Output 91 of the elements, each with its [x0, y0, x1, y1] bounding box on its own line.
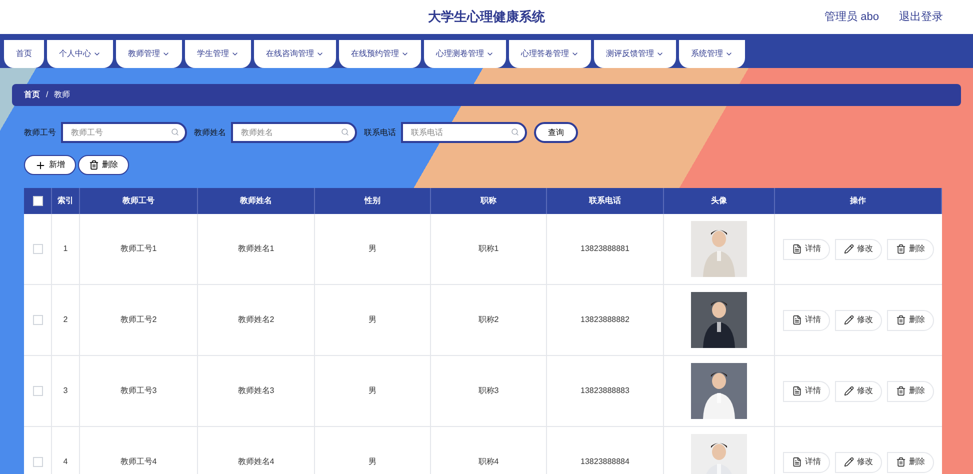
user-label: 管理员 abo [824, 10, 879, 25]
plus-icon [35, 160, 46, 170]
pencil-icon [844, 315, 854, 325]
table-cell: 男 [315, 214, 431, 284]
column-header: 职称 [431, 188, 547, 214]
add-button[interactable]: 新增 [24, 155, 76, 175]
table-cell: 13823888882 [547, 285, 664, 355]
delete-button[interactable]: 删除 [78, 155, 129, 175]
table-cell: 13823888883 [547, 356, 664, 426]
edit-button[interactable]: 修改 [835, 238, 882, 260]
search-field[interactable]: 教师姓名 [231, 122, 357, 143]
table-cell: 教师工号1 [80, 214, 198, 284]
document-icon [792, 386, 802, 396]
table-cell: 教师工号2 [80, 285, 198, 355]
checkbox[interactable] [32, 196, 42, 206]
table-cell: 教师姓名1 [198, 214, 315, 284]
nav-tab[interactable]: 个人中心 [47, 40, 113, 68]
table-cell: 13823888884 [547, 427, 664, 474]
breadcrumb-separator: / [46, 89, 48, 101]
edit-button[interactable]: 修改 [835, 380, 882, 402]
nav-tab[interactable]: 教师管理 [116, 40, 182, 68]
edit-button[interactable]: 修改 [835, 452, 882, 472]
detail-button[interactable]: 详情 [783, 238, 830, 260]
nav-tab[interactable]: 系统管理 [679, 40, 745, 68]
table-cell: 男 [315, 285, 431, 355]
nav-tab[interactable]: 在线咨询管理 [254, 40, 336, 68]
table-cell: 1 [52, 214, 80, 284]
table-cell: 教师工号3 [80, 356, 198, 426]
column-header: 教师工号 [80, 188, 198, 214]
column-header: 教师姓名 [198, 188, 315, 214]
column-header: 性别 [315, 188, 431, 214]
table-cell: 2 [52, 285, 80, 355]
nav-tab[interactable]: 首页 [4, 40, 44, 68]
table-cell: 教师姓名2 [198, 285, 315, 355]
search-icon [171, 128, 179, 136]
detail-button[interactable]: 详情 [783, 380, 830, 402]
trash-icon [896, 244, 906, 254]
nav-tab[interactable]: 在线预约管理 [339, 40, 421, 68]
edit-button[interactable]: 修改 [835, 310, 882, 330]
document-icon [792, 244, 802, 254]
delete-button[interactable]: 删除 [887, 238, 934, 260]
delete-button[interactable]: 删除 [887, 380, 934, 402]
detail-button[interactable]: 详情 [783, 452, 830, 472]
table-cell: 3 [52, 356, 80, 426]
trash-icon [896, 386, 906, 396]
column-header: 联系电话 [547, 188, 664, 214]
pencil-icon [844, 244, 854, 254]
nav-tab[interactable]: 测评反馈管理 [594, 40, 676, 68]
table-cell: 男 [315, 356, 431, 426]
column-header: 索引 [52, 188, 80, 214]
search-icon [511, 128, 519, 136]
table-cell: 教师姓名4 [198, 427, 315, 474]
trash-icon [896, 315, 906, 325]
search-icon [341, 128, 349, 136]
breadcrumb-item[interactable]: 首页 [24, 89, 40, 101]
pencil-icon [844, 457, 854, 467]
nav-tab[interactable]: 学生管理 [185, 40, 251, 68]
table-cell: 教师姓名3 [198, 356, 315, 426]
table-cell: 4 [52, 427, 80, 474]
table-cell: 职称2 [431, 285, 547, 355]
table-cell: 职称3 [431, 356, 547, 426]
table-cell: 男 [315, 427, 431, 474]
search-button[interactable]: 查询 [534, 122, 578, 143]
table-cell: 职称4 [431, 427, 547, 474]
delete-button[interactable]: 删除 [887, 452, 934, 472]
table-cell: 教师工号4 [80, 427, 198, 474]
trash-icon [896, 457, 906, 467]
field-label: 教师姓名 [194, 126, 226, 138]
field-label: 教师工号 [24, 126, 56, 138]
document-icon [792, 315, 802, 325]
search-field[interactable]: 联系电话 [401, 122, 527, 143]
pencil-icon [844, 386, 854, 396]
app-title: 大学生心理健康系统 [428, 8, 545, 26]
checkbox[interactable] [32, 386, 42, 396]
detail-button[interactable]: 详情 [783, 310, 830, 330]
field-label: 联系电话 [364, 126, 396, 138]
column-header: 操作 [775, 188, 942, 214]
checkbox[interactable] [32, 457, 42, 467]
table-cell: 职称1 [431, 214, 547, 284]
search-field[interactable]: 教师工号 [61, 122, 187, 143]
document-icon [792, 457, 802, 467]
trash-icon [89, 160, 99, 170]
nav-tab[interactable]: 心理答卷管理 [509, 40, 591, 68]
checkbox[interactable] [32, 315, 42, 325]
breadcrumb-item[interactable]: 教师 [54, 89, 70, 101]
checkbox[interactable] [32, 244, 42, 254]
logout-link[interactable]: 退出登录 [899, 8, 943, 26]
delete-button[interactable]: 删除 [887, 310, 934, 330]
column-header: 头像 [664, 188, 775, 214]
table-cell: 13823888881 [547, 214, 664, 284]
nav-tab[interactable]: 心理测卷管理 [424, 40, 506, 68]
